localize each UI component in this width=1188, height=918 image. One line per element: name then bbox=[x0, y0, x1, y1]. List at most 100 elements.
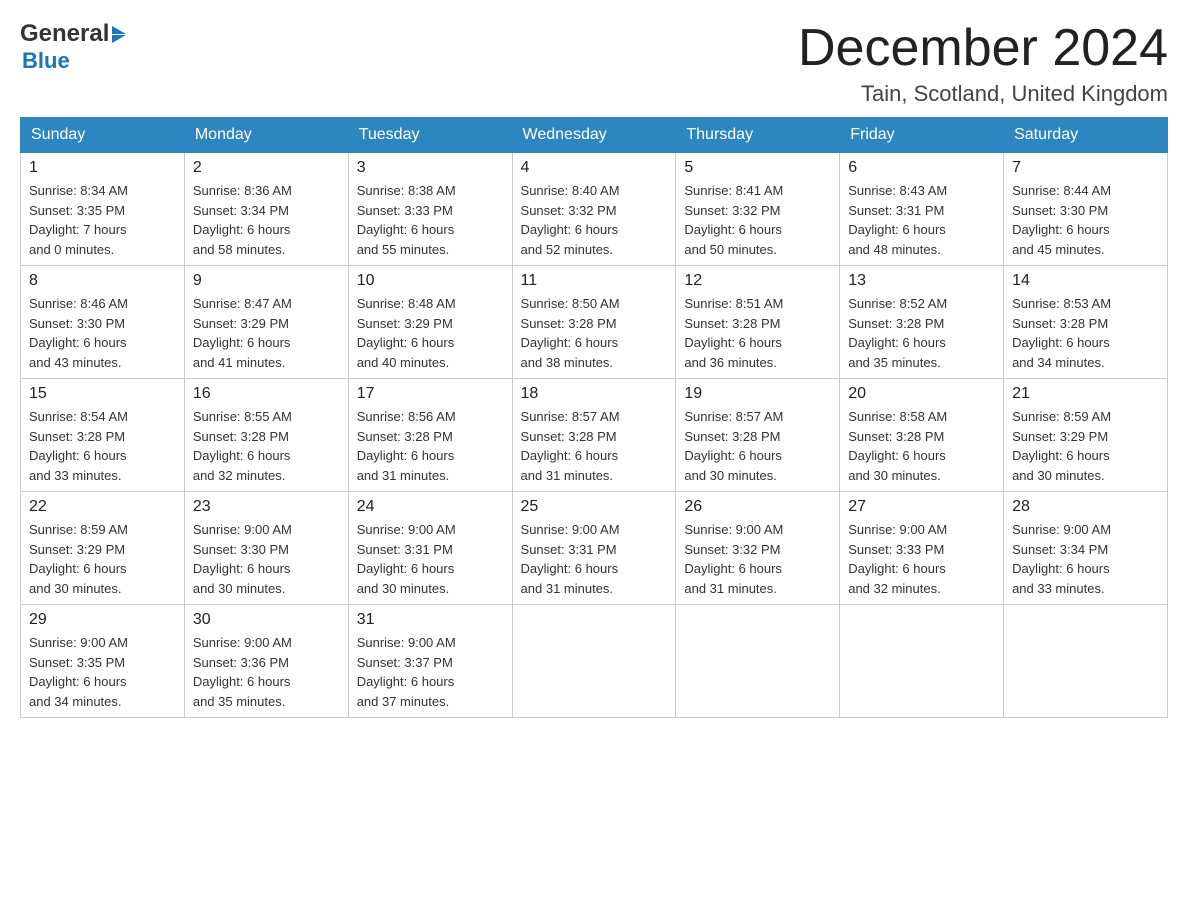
day-number: 3 bbox=[357, 159, 504, 177]
day-number: 24 bbox=[357, 498, 504, 516]
calendar-cell: 27 Sunrise: 9:00 AMSunset: 3:33 PMDaylig… bbox=[840, 492, 1004, 605]
day-info: Sunrise: 8:58 AMSunset: 3:28 PMDaylight:… bbox=[848, 409, 947, 483]
day-number: 4 bbox=[521, 159, 668, 177]
day-info: Sunrise: 8:41 AMSunset: 3:32 PMDaylight:… bbox=[684, 183, 783, 257]
calendar-cell: 3 Sunrise: 8:38 AMSunset: 3:33 PMDayligh… bbox=[348, 153, 512, 266]
page-header: General Blue December 2024 Tain, Scotlan… bbox=[20, 20, 1168, 107]
calendar-cell: 26 Sunrise: 9:00 AMSunset: 3:32 PMDaylig… bbox=[676, 492, 840, 605]
weekday-header-friday: Friday bbox=[840, 118, 1004, 153]
calendar-cell bbox=[840, 605, 1004, 718]
day-info: Sunrise: 8:38 AMSunset: 3:33 PMDaylight:… bbox=[357, 183, 456, 257]
calendar-cell: 31 Sunrise: 9:00 AMSunset: 3:37 PMDaylig… bbox=[348, 605, 512, 718]
day-number: 2 bbox=[193, 159, 340, 177]
day-info: Sunrise: 8:53 AMSunset: 3:28 PMDaylight:… bbox=[1012, 296, 1111, 370]
day-number: 26 bbox=[684, 498, 831, 516]
day-number: 6 bbox=[848, 159, 995, 177]
calendar-cell bbox=[676, 605, 840, 718]
day-info: Sunrise: 8:36 AMSunset: 3:34 PMDaylight:… bbox=[193, 183, 292, 257]
day-info: Sunrise: 9:00 AMSunset: 3:33 PMDaylight:… bbox=[848, 522, 947, 596]
calendar-cell: 21 Sunrise: 8:59 AMSunset: 3:29 PMDaylig… bbox=[1004, 379, 1168, 492]
day-info: Sunrise: 8:57 AMSunset: 3:28 PMDaylight:… bbox=[521, 409, 620, 483]
calendar-cell: 15 Sunrise: 8:54 AMSunset: 3:28 PMDaylig… bbox=[21, 379, 185, 492]
day-info: Sunrise: 9:00 AMSunset: 3:37 PMDaylight:… bbox=[357, 635, 456, 709]
day-info: Sunrise: 8:51 AMSunset: 3:28 PMDaylight:… bbox=[684, 296, 783, 370]
location-subtitle: Tain, Scotland, United Kingdom bbox=[798, 81, 1168, 107]
day-number: 29 bbox=[29, 611, 176, 629]
calendar-cell: 7 Sunrise: 8:44 AMSunset: 3:30 PMDayligh… bbox=[1004, 153, 1168, 266]
day-number: 8 bbox=[29, 272, 176, 290]
calendar-cell: 19 Sunrise: 8:57 AMSunset: 3:28 PMDaylig… bbox=[676, 379, 840, 492]
day-number: 23 bbox=[193, 498, 340, 516]
day-number: 28 bbox=[1012, 498, 1159, 516]
week-row-5: 29 Sunrise: 9:00 AMSunset: 3:35 PMDaylig… bbox=[21, 605, 1168, 718]
day-info: Sunrise: 9:00 AMSunset: 3:31 PMDaylight:… bbox=[357, 522, 456, 596]
day-info: Sunrise: 9:00 AMSunset: 3:36 PMDaylight:… bbox=[193, 635, 292, 709]
calendar-cell: 5 Sunrise: 8:41 AMSunset: 3:32 PMDayligh… bbox=[676, 153, 840, 266]
day-info: Sunrise: 9:00 AMSunset: 3:35 PMDaylight:… bbox=[29, 635, 128, 709]
weekday-header-saturday: Saturday bbox=[1004, 118, 1168, 153]
day-info: Sunrise: 9:00 AMSunset: 3:32 PMDaylight:… bbox=[684, 522, 783, 596]
day-info: Sunrise: 8:54 AMSunset: 3:28 PMDaylight:… bbox=[29, 409, 128, 483]
calendar-cell: 8 Sunrise: 8:46 AMSunset: 3:30 PMDayligh… bbox=[21, 266, 185, 379]
day-number: 30 bbox=[193, 611, 340, 629]
day-number: 10 bbox=[357, 272, 504, 290]
weekday-header-monday: Monday bbox=[184, 118, 348, 153]
weekday-header-row: SundayMondayTuesdayWednesdayThursdayFrid… bbox=[21, 118, 1168, 153]
logo-general-text: General bbox=[20, 20, 109, 48]
calendar-cell bbox=[512, 605, 676, 718]
calendar-cell: 14 Sunrise: 8:53 AMSunset: 3:28 PMDaylig… bbox=[1004, 266, 1168, 379]
day-info: Sunrise: 8:48 AMSunset: 3:29 PMDaylight:… bbox=[357, 296, 456, 370]
weekday-header-thursday: Thursday bbox=[676, 118, 840, 153]
day-info: Sunrise: 9:00 AMSunset: 3:34 PMDaylight:… bbox=[1012, 522, 1111, 596]
calendar-cell bbox=[1004, 605, 1168, 718]
week-row-3: 15 Sunrise: 8:54 AMSunset: 3:28 PMDaylig… bbox=[21, 379, 1168, 492]
calendar-cell: 20 Sunrise: 8:58 AMSunset: 3:28 PMDaylig… bbox=[840, 379, 1004, 492]
day-info: Sunrise: 8:56 AMSunset: 3:28 PMDaylight:… bbox=[357, 409, 456, 483]
day-number: 17 bbox=[357, 385, 504, 403]
month-title: December 2024 bbox=[798, 20, 1168, 77]
day-info: Sunrise: 8:46 AMSunset: 3:30 PMDaylight:… bbox=[29, 296, 128, 370]
day-number: 16 bbox=[193, 385, 340, 403]
day-number: 14 bbox=[1012, 272, 1159, 290]
calendar-cell: 23 Sunrise: 9:00 AMSunset: 3:30 PMDaylig… bbox=[184, 492, 348, 605]
day-info: Sunrise: 8:57 AMSunset: 3:28 PMDaylight:… bbox=[684, 409, 783, 483]
day-number: 1 bbox=[29, 159, 176, 177]
day-info: Sunrise: 8:43 AMSunset: 3:31 PMDaylight:… bbox=[848, 183, 947, 257]
day-number: 19 bbox=[684, 385, 831, 403]
day-info: Sunrise: 8:52 AMSunset: 3:28 PMDaylight:… bbox=[848, 296, 947, 370]
day-info: Sunrise: 8:34 AMSunset: 3:35 PMDaylight:… bbox=[29, 183, 128, 257]
day-info: Sunrise: 9:00 AMSunset: 3:31 PMDaylight:… bbox=[521, 522, 620, 596]
week-row-1: 1 Sunrise: 8:34 AMSunset: 3:35 PMDayligh… bbox=[21, 153, 1168, 266]
day-info: Sunrise: 8:59 AMSunset: 3:29 PMDaylight:… bbox=[1012, 409, 1111, 483]
logo-blue-text: Blue bbox=[22, 48, 126, 74]
day-number: 13 bbox=[848, 272, 995, 290]
calendar-cell: 13 Sunrise: 8:52 AMSunset: 3:28 PMDaylig… bbox=[840, 266, 1004, 379]
day-number: 25 bbox=[521, 498, 668, 516]
calendar-cell: 10 Sunrise: 8:48 AMSunset: 3:29 PMDaylig… bbox=[348, 266, 512, 379]
day-number: 20 bbox=[848, 385, 995, 403]
day-info: Sunrise: 8:59 AMSunset: 3:29 PMDaylight:… bbox=[29, 522, 128, 596]
calendar-cell: 18 Sunrise: 8:57 AMSunset: 3:28 PMDaylig… bbox=[512, 379, 676, 492]
calendar-cell: 29 Sunrise: 9:00 AMSunset: 3:35 PMDaylig… bbox=[21, 605, 185, 718]
calendar-cell: 16 Sunrise: 8:55 AMSunset: 3:28 PMDaylig… bbox=[184, 379, 348, 492]
calendar-cell: 25 Sunrise: 9:00 AMSunset: 3:31 PMDaylig… bbox=[512, 492, 676, 605]
day-number: 21 bbox=[1012, 385, 1159, 403]
calendar-cell: 2 Sunrise: 8:36 AMSunset: 3:34 PMDayligh… bbox=[184, 153, 348, 266]
calendar-cell: 12 Sunrise: 8:51 AMSunset: 3:28 PMDaylig… bbox=[676, 266, 840, 379]
day-info: Sunrise: 8:44 AMSunset: 3:30 PMDaylight:… bbox=[1012, 183, 1111, 257]
day-number: 11 bbox=[521, 272, 668, 290]
calendar-cell: 22 Sunrise: 8:59 AMSunset: 3:29 PMDaylig… bbox=[21, 492, 185, 605]
day-info: Sunrise: 9:00 AMSunset: 3:30 PMDaylight:… bbox=[193, 522, 292, 596]
weekday-header-tuesday: Tuesday bbox=[348, 118, 512, 153]
day-number: 5 bbox=[684, 159, 831, 177]
day-info: Sunrise: 8:40 AMSunset: 3:32 PMDaylight:… bbox=[521, 183, 620, 257]
week-row-4: 22 Sunrise: 8:59 AMSunset: 3:29 PMDaylig… bbox=[21, 492, 1168, 605]
day-number: 15 bbox=[29, 385, 176, 403]
calendar-cell: 30 Sunrise: 9:00 AMSunset: 3:36 PMDaylig… bbox=[184, 605, 348, 718]
day-number: 27 bbox=[848, 498, 995, 516]
day-number: 31 bbox=[357, 611, 504, 629]
week-row-2: 8 Sunrise: 8:46 AMSunset: 3:30 PMDayligh… bbox=[21, 266, 1168, 379]
calendar-cell: 17 Sunrise: 8:56 AMSunset: 3:28 PMDaylig… bbox=[348, 379, 512, 492]
day-number: 12 bbox=[684, 272, 831, 290]
day-info: Sunrise: 8:50 AMSunset: 3:28 PMDaylight:… bbox=[521, 296, 620, 370]
